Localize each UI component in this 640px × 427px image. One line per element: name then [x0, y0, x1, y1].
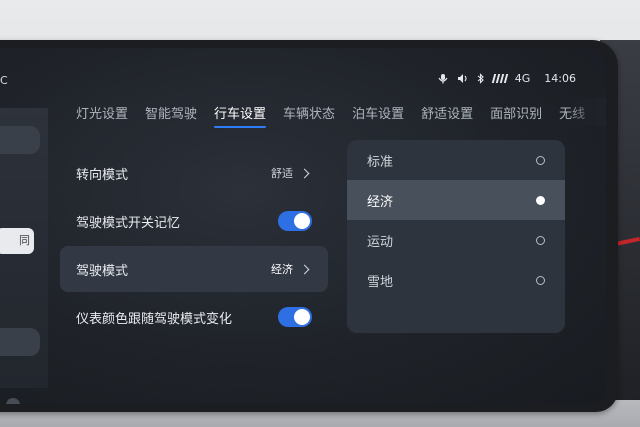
cluster-color-row: 仪表颜色跟随驾驶模式变化	[60, 294, 328, 340]
option-label: 雪地	[367, 274, 394, 290]
left-panel-dot	[6, 398, 20, 404]
drive-mode-value-group: 经济	[271, 261, 312, 277]
drive-mode-option-standard[interactable]: 标准	[347, 140, 565, 180]
tab-parking[interactable]: 泊车设置	[352, 103, 413, 128]
drive-mode-value: 经济	[271, 263, 293, 276]
left-panel-button[interactable]: 同	[0, 228, 34, 254]
chevron-right-icon	[299, 264, 310, 274]
left-panel-item[interactable]	[0, 126, 40, 154]
radio-icon	[536, 235, 545, 245]
radio-icon	[536, 155, 545, 165]
left-side-panel: 同	[0, 108, 48, 404]
tab-smart-driving[interactable]: 智能驾驶	[145, 103, 206, 128]
status-bar: 4G 14:06	[437, 72, 576, 85]
voice-icon	[437, 73, 449, 84]
steering-mode-value: 舒适	[271, 167, 293, 180]
option-label: 经济	[367, 194, 394, 210]
steering-mode-value-group: 舒适	[271, 165, 312, 181]
drive-mode-memory-toggle[interactable]	[278, 211, 312, 231]
radio-icon	[536, 275, 545, 285]
left-panel-item[interactable]	[0, 328, 40, 356]
volume-icon	[457, 73, 469, 84]
steering-mode-label: 转向模式	[76, 167, 129, 183]
tab-comfort[interactable]: 舒适设置	[421, 103, 482, 128]
tab-vehicle-status[interactable]: 车辆状态	[283, 103, 344, 128]
clock: 14:06	[544, 72, 576, 85]
infotainment-screen: C 同 4G 14:06 灯光设置 智能驾驶 行车设置 车辆状态 泊车设置 舒适…	[0, 48, 606, 404]
temperature-fragment: C	[0, 74, 8, 87]
network-type: 4G	[514, 72, 531, 85]
settings-list: 转向模式 舒适 驾驶模式开关记忆 驾驶模式 经济 仪表颜色跟随驾驶模式变化	[60, 150, 328, 342]
radio-selected-icon	[536, 195, 545, 205]
tabs-fade	[566, 98, 606, 126]
signal-icon	[491, 74, 508, 83]
toggle-knob	[294, 309, 310, 325]
drive-mode-option-snow[interactable]: 雪地	[347, 260, 565, 300]
tab-face-recognition[interactable]: 面部识别	[490, 103, 551, 128]
drive-mode-memory-label: 驾驶模式开关记忆	[76, 215, 181, 231]
drive-mode-label: 驾驶模式	[76, 263, 129, 279]
cluster-color-label: 仪表颜色跟随驾驶模式变化	[76, 311, 233, 327]
drive-mode-memory-row: 驾驶模式开关记忆	[60, 198, 328, 244]
tab-driving-settings[interactable]: 行车设置	[214, 103, 275, 128]
chevron-right-icon	[299, 168, 310, 178]
bluetooth-icon	[477, 73, 485, 84]
drive-mode-row[interactable]: 驾驶模式 经济	[60, 246, 328, 292]
toggle-knob	[294, 213, 310, 229]
cluster-color-toggle[interactable]	[278, 307, 312, 327]
drive-mode-options-panel: 标准 经济 运动 雪地	[347, 140, 565, 333]
settings-tabs: 灯光设置 智能驾驶 行车设置 车辆状态 泊车设置 舒适设置 面部识别 无线	[76, 103, 602, 128]
option-label: 运动	[367, 234, 394, 250]
steering-mode-row[interactable]: 转向模式 舒适	[60, 150, 328, 196]
drive-mode-option-sport[interactable]: 运动	[347, 220, 565, 260]
drive-mode-option-eco[interactable]: 经济	[347, 180, 565, 220]
option-label: 标准	[367, 154, 394, 170]
tab-lighting[interactable]: 灯光设置	[76, 103, 137, 128]
